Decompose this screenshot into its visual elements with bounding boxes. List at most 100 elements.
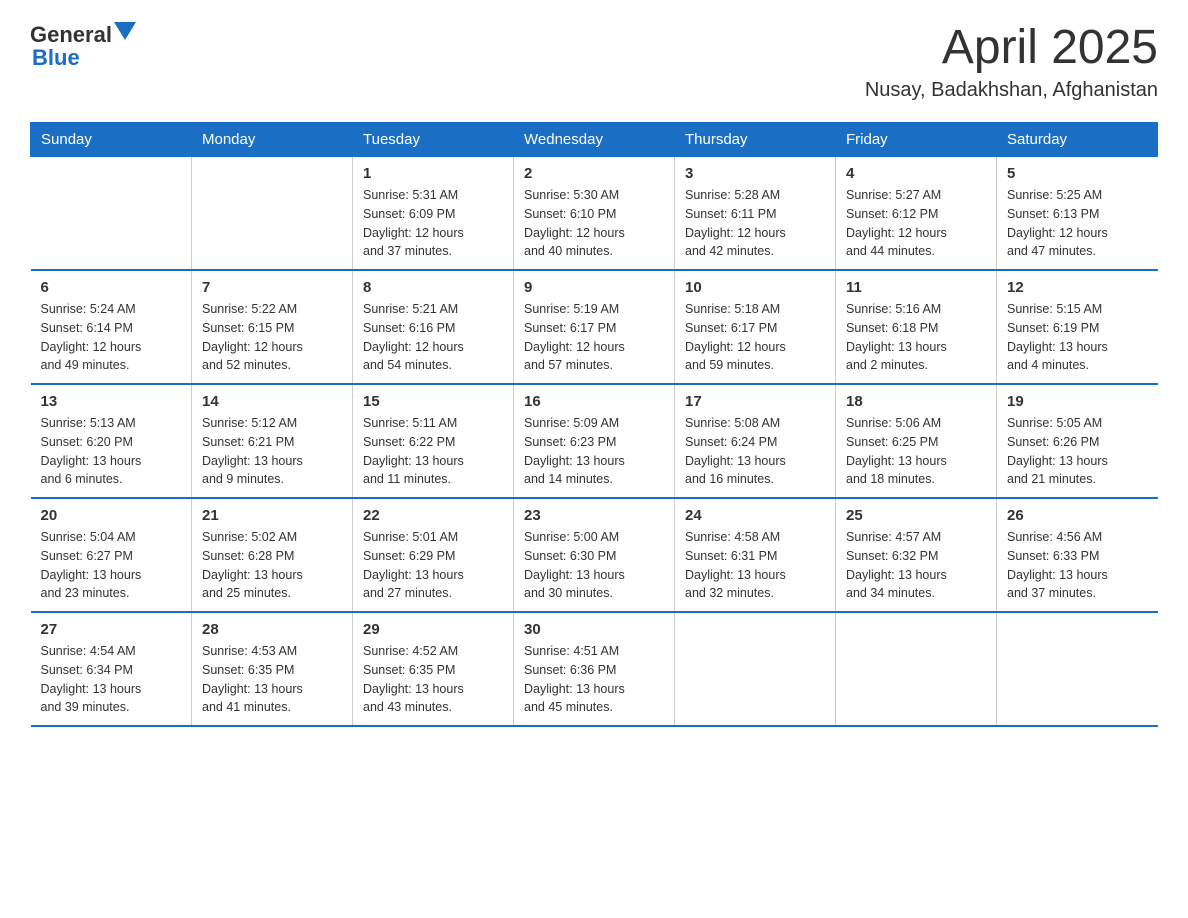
logo-blue-text: Blue <box>30 45 80 71</box>
day-number: 3 <box>685 165 825 182</box>
calendar-cell <box>192 157 353 271</box>
calendar-cell: 24 Sunrise: 4:58 AM Sunset: 6:31 PM Dayli… <box>675 498 836 612</box>
calendar-header-sunday: Sunday <box>31 123 192 157</box>
calendar-cell: 25 Sunrise: 4:57 AM Sunset: 6:32 PM Dayli… <box>836 498 997 612</box>
calendar-cell: 4 Sunrise: 5:27 AM Sunset: 6:12 PM Daylig… <box>836 157 997 271</box>
calendar-cell: 13 Sunrise: 5:13 AM Sunset: 6:20 PM Dayli… <box>31 384 192 498</box>
calendar-header-row: SundayMondayTuesdayWednesdayThursdayFrid… <box>31 123 1158 157</box>
calendar-cell: 29 Sunrise: 4:52 AM Sunset: 6:35 PM Dayli… <box>353 612 514 726</box>
day-number: 24 <box>685 507 825 524</box>
day-number: 19 <box>1007 393 1148 410</box>
calendar-cell: 15 Sunrise: 5:11 AM Sunset: 6:22 PM Dayli… <box>353 384 514 498</box>
day-info: Sunrise: 5:09 AM Sunset: 6:23 PM Dayligh… <box>524 414 664 489</box>
calendar-cell: 6 Sunrise: 5:24 AM Sunset: 6:14 PM Daylig… <box>31 270 192 384</box>
calendar-header-wednesday: Wednesday <box>514 123 675 157</box>
day-info: Sunrise: 5:13 AM Sunset: 6:20 PM Dayligh… <box>41 414 182 489</box>
day-number: 11 <box>846 279 986 296</box>
day-info: Sunrise: 5:25 AM Sunset: 6:13 PM Dayligh… <box>1007 186 1148 261</box>
day-info: Sunrise: 5:24 AM Sunset: 6:14 PM Dayligh… <box>41 300 182 375</box>
day-number: 28 <box>202 621 342 638</box>
logo-triangle-icon <box>114 22 136 44</box>
calendar-table: SundayMondayTuesdayWednesdayThursdayFrid… <box>30 122 1158 727</box>
day-info: Sunrise: 4:52 AM Sunset: 6:35 PM Dayligh… <box>363 642 503 717</box>
day-number: 29 <box>363 621 503 638</box>
day-number: 5 <box>1007 165 1148 182</box>
calendar-cell: 16 Sunrise: 5:09 AM Sunset: 6:23 PM Dayli… <box>514 384 675 498</box>
day-number: 26 <box>1007 507 1148 524</box>
day-info: Sunrise: 5:16 AM Sunset: 6:18 PM Dayligh… <box>846 300 986 375</box>
day-number: 18 <box>846 393 986 410</box>
calendar-cell: 20 Sunrise: 5:04 AM Sunset: 6:27 PM Dayli… <box>31 498 192 612</box>
calendar-cell: 28 Sunrise: 4:53 AM Sunset: 6:35 PM Dayli… <box>192 612 353 726</box>
calendar-cell: 1 Sunrise: 5:31 AM Sunset: 6:09 PM Daylig… <box>353 157 514 271</box>
calendar-cell: 12 Sunrise: 5:15 AM Sunset: 6:19 PM Dayli… <box>997 270 1158 384</box>
day-number: 6 <box>41 279 182 296</box>
calendar-cell: 9 Sunrise: 5:19 AM Sunset: 6:17 PM Daylig… <box>514 270 675 384</box>
day-info: Sunrise: 5:27 AM Sunset: 6:12 PM Dayligh… <box>846 186 986 261</box>
month-title: April 2025 <box>865 20 1158 75</box>
day-number: 12 <box>1007 279 1148 296</box>
calendar-cell: 14Sunrise: 5:12 AM Sunset: 6:21 PM Dayli… <box>192 384 353 498</box>
calendar-week-row: 13 Sunrise: 5:13 AM Sunset: 6:20 PM Dayli… <box>31 384 1158 498</box>
calendar-cell: 30 Sunrise: 4:51 AM Sunset: 6:36 PM Dayli… <box>514 612 675 726</box>
day-info: Sunrise: 5:06 AM Sunset: 6:25 PM Dayligh… <box>846 414 986 489</box>
day-number: 15 <box>363 393 503 410</box>
day-number: 9 <box>524 279 664 296</box>
day-info: Sunrise: 5:31 AM Sunset: 6:09 PM Dayligh… <box>363 186 503 261</box>
day-number: 2 <box>524 165 664 182</box>
calendar-header-saturday: Saturday <box>997 123 1158 157</box>
calendar-header-monday: Monday <box>192 123 353 157</box>
calendar-cell: 22 Sunrise: 5:01 AM Sunset: 6:29 PM Dayli… <box>353 498 514 612</box>
calendar-cell <box>675 612 836 726</box>
title-block: April 2025 Nusay, Badakhshan, Afghanista… <box>865 20 1158 102</box>
calendar-header-tuesday: Tuesday <box>353 123 514 157</box>
day-info: Sunrise: 5:30 AM Sunset: 6:10 PM Dayligh… <box>524 186 664 261</box>
logo: General Blue <box>30 20 136 71</box>
calendar-cell: 27Sunrise: 4:54 AM Sunset: 6:34 PM Dayli… <box>31 612 192 726</box>
day-number: 16 <box>524 393 664 410</box>
day-number: 21 <box>202 507 342 524</box>
calendar-cell: 17Sunrise: 5:08 AM Sunset: 6:24 PM Dayli… <box>675 384 836 498</box>
day-info: Sunrise: 5:01 AM Sunset: 6:29 PM Dayligh… <box>363 528 503 603</box>
day-number: 13 <box>41 393 182 410</box>
calendar-cell: 21 Sunrise: 5:02 AM Sunset: 6:28 PM Dayli… <box>192 498 353 612</box>
calendar-cell: 5 Sunrise: 5:25 AM Sunset: 6:13 PM Daylig… <box>997 157 1158 271</box>
calendar-cell <box>31 157 192 271</box>
day-number: 22 <box>363 507 503 524</box>
calendar-cell: 2 Sunrise: 5:30 AM Sunset: 6:10 PM Daylig… <box>514 157 675 271</box>
calendar-cell: 3 Sunrise: 5:28 AM Sunset: 6:11 PM Daylig… <box>675 157 836 271</box>
calendar-header-thursday: Thursday <box>675 123 836 157</box>
day-number: 25 <box>846 507 986 524</box>
location-title: Nusay, Badakhshan, Afghanistan <box>865 79 1158 102</box>
day-info: Sunrise: 5:19 AM Sunset: 6:17 PM Dayligh… <box>524 300 664 375</box>
day-number: 30 <box>524 621 664 638</box>
day-info: Sunrise: 4:58 AM Sunset: 6:31 PM Dayligh… <box>685 528 825 603</box>
calendar-cell: 23Sunrise: 5:00 AM Sunset: 6:30 PM Dayli… <box>514 498 675 612</box>
calendar-cell: 10Sunrise: 5:18 AM Sunset: 6:17 PM Dayli… <box>675 270 836 384</box>
day-info: Sunrise: 4:57 AM Sunset: 6:32 PM Dayligh… <box>846 528 986 603</box>
day-info: Sunrise: 5:02 AM Sunset: 6:28 PM Dayligh… <box>202 528 342 603</box>
calendar-week-row: 20 Sunrise: 5:04 AM Sunset: 6:27 PM Dayli… <box>31 498 1158 612</box>
day-info: Sunrise: 5:04 AM Sunset: 6:27 PM Dayligh… <box>41 528 182 603</box>
day-number: 20 <box>41 507 182 524</box>
day-number: 10 <box>685 279 825 296</box>
day-number: 1 <box>363 165 503 182</box>
day-number: 17 <box>685 393 825 410</box>
day-info: Sunrise: 5:21 AM Sunset: 6:16 PM Dayligh… <box>363 300 503 375</box>
calendar-header-friday: Friday <box>836 123 997 157</box>
day-info: Sunrise: 4:53 AM Sunset: 6:35 PM Dayligh… <box>202 642 342 717</box>
day-info: Sunrise: 5:22 AM Sunset: 6:15 PM Dayligh… <box>202 300 342 375</box>
day-number: 8 <box>363 279 503 296</box>
calendar-cell <box>836 612 997 726</box>
day-info: Sunrise: 5:11 AM Sunset: 6:22 PM Dayligh… <box>363 414 503 489</box>
logo-general-text: General <box>30 22 112 48</box>
calendar-cell: 8 Sunrise: 5:21 AM Sunset: 6:16 PM Daylig… <box>353 270 514 384</box>
calendar-cell <box>997 612 1158 726</box>
day-info: Sunrise: 4:56 AM Sunset: 6:33 PM Dayligh… <box>1007 528 1148 603</box>
day-number: 4 <box>846 165 986 182</box>
calendar-week-row: 27Sunrise: 4:54 AM Sunset: 6:34 PM Dayli… <box>31 612 1158 726</box>
day-info: Sunrise: 4:51 AM Sunset: 6:36 PM Dayligh… <box>524 642 664 717</box>
day-info: Sunrise: 5:15 AM Sunset: 6:19 PM Dayligh… <box>1007 300 1148 375</box>
calendar-week-row: 1 Sunrise: 5:31 AM Sunset: 6:09 PM Daylig… <box>31 157 1158 271</box>
day-info: Sunrise: 5:28 AM Sunset: 6:11 PM Dayligh… <box>685 186 825 261</box>
